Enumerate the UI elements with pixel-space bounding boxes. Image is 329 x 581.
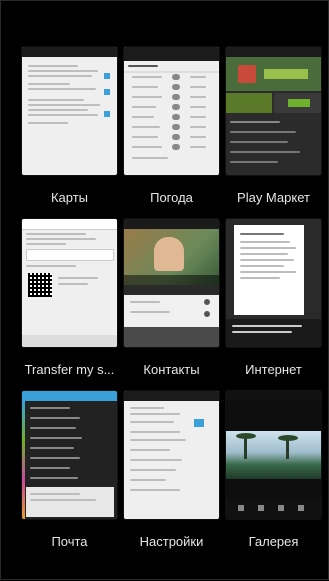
app-thumbnail-settings[interactable]: [124, 391, 219, 519]
app-label-gallery: Галерея: [248, 534, 299, 549]
app-thumbnail-maps[interactable]: [22, 47, 117, 175]
app-thumbnail-contacts[interactable]: [124, 219, 219, 347]
app-thumbnail-weather[interactable]: [124, 47, 219, 175]
recent-apps-screen: Карты Погода Play Маркет Transfer my s..…: [0, 0, 329, 580]
app-thumbnail-browser[interactable]: [226, 219, 321, 347]
app-label-browser: Интернет: [245, 362, 302, 377]
app-thumbnail-gallery[interactable]: [226, 391, 321, 519]
app-thumbnail-transfer[interactable]: [22, 219, 117, 347]
recent-apps-grid: Карты Погода Play Маркет Transfer my s..…: [1, 1, 329, 581]
app-label-play-market: Play Маркет: [237, 190, 310, 205]
app-thumbnail-play-market[interactable]: [226, 47, 321, 175]
app-thumbnail-mail[interactable]: [22, 391, 117, 519]
